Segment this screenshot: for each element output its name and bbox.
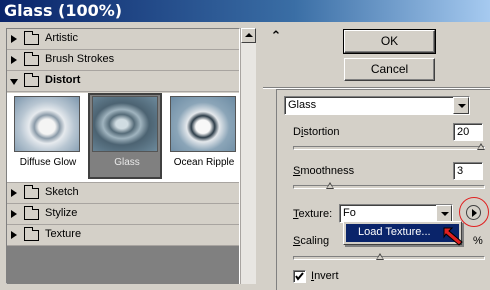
cancel-button[interactable]: Cancel — [344, 58, 435, 81]
chevron-down-icon[interactable] — [453, 97, 469, 114]
glass-preview — [92, 96, 158, 152]
diffuse-glow-preview — [14, 96, 80, 152]
texture-select-value: Fo — [343, 207, 356, 219]
filter-settings-panel: Glass Distortion 20 Smoothness 3 Texture… — [276, 89, 490, 290]
thumb-glass[interactable]: Glass — [88, 93, 162, 179]
texture-label: Texture: — [293, 208, 333, 220]
chevron-down-icon[interactable] — [436, 205, 452, 222]
expand-arrow-icon[interactable] — [11, 35, 17, 43]
smoothness-label: Smoothness — [293, 165, 355, 177]
distortion-slider-track[interactable] — [293, 146, 485, 150]
empty-area — [7, 246, 239, 284]
window-title: Glass (100%) — [4, 1, 123, 20]
folder-icon — [24, 227, 39, 241]
invert-label: Invert — [311, 270, 339, 282]
folder-icon — [24, 52, 39, 66]
thumb-diffuse-glow[interactable]: Diffuse Glow — [11, 95, 85, 181]
red-arrow-icon — [443, 227, 463, 246]
category-label: Stylize — [45, 207, 78, 219]
distortion-input[interactable]: 20 — [453, 123, 483, 141]
arrow-up-icon — [245, 33, 253, 37]
category-label: Distort — [45, 74, 81, 86]
category-distort[interactable]: Distort — [7, 71, 239, 92]
folder-icon — [24, 206, 39, 220]
thumb-label: Ocean Ripple — [173, 157, 235, 168]
distort-thumbnails: Diffuse Glow Glass Ocean Ripple — [7, 93, 239, 183]
scroll-up-button[interactable] — [241, 28, 256, 43]
open-folder-icon — [24, 73, 39, 87]
expand-arrow-icon[interactable] — [11, 210, 17, 218]
ok-button[interactable]: OK — [343, 29, 436, 54]
category-label: Sketch — [45, 186, 79, 198]
double-chevron-up-icon: ⌃ — [270, 28, 282, 43]
distortion-slider-thumb[interactable] — [477, 143, 485, 150]
category-sketch[interactable]: Sketch — [7, 183, 239, 204]
category-label: Artistic — [45, 32, 78, 44]
folder-icon — [24, 31, 39, 45]
ocean-ripple-preview — [170, 96, 236, 152]
smoothness-slider-thumb[interactable] — [326, 182, 335, 189]
expand-arrow-icon[interactable] — [11, 56, 17, 64]
scaling-label: Scaling — [293, 235, 330, 247]
expand-arrow-icon[interactable] — [11, 189, 17, 197]
thumb-label: Diffuse Glow — [19, 157, 77, 168]
tree-scrollbar[interactable] — [240, 28, 256, 284]
collapse-arrow-icon[interactable] — [10, 79, 18, 85]
scaling-percent: % — [473, 235, 483, 247]
scaling-slider-thumb[interactable] — [375, 253, 384, 260]
smoothness-slider-track[interactable] — [293, 185, 485, 189]
filter-select-value: Glass — [288, 99, 317, 111]
checkmark-icon — [295, 272, 304, 281]
filter-tree: Artistic Brush Strokes Distort Diffuse G… — [6, 28, 240, 284]
smoothness-input[interactable]: 3 — [453, 162, 483, 180]
invert-checkbox[interactable] — [293, 270, 306, 283]
thumb-label: Glass — [114, 157, 140, 168]
category-stylize[interactable]: Stylize — [7, 204, 239, 225]
collapse-gallery-button[interactable]: ⌃ — [266, 28, 286, 48]
filter-browser-panel: Artistic Brush Strokes Distort Diffuse G… — [0, 22, 263, 290]
title-bar[interactable]: Glass (100%) — [0, 0, 490, 22]
thumb-ocean-ripple[interactable]: Ocean Ripple — [167, 95, 241, 181]
category-label: Brush Strokes — [45, 53, 115, 65]
folder-icon — [24, 185, 39, 199]
filter-select[interactable]: Glass — [284, 96, 470, 115]
category-label: Texture — [45, 228, 82, 240]
category-texture[interactable]: Texture — [7, 225, 239, 246]
scaling-slider-track[interactable] — [293, 256, 485, 260]
expand-arrow-icon[interactable] — [11, 231, 17, 239]
category-brush-strokes[interactable]: Brush Strokes — [7, 50, 239, 71]
play-circle-icon[interactable] — [466, 205, 481, 220]
distortion-label: Distortion — [293, 126, 340, 138]
category-artistic[interactable]: Artistic — [7, 29, 239, 50]
